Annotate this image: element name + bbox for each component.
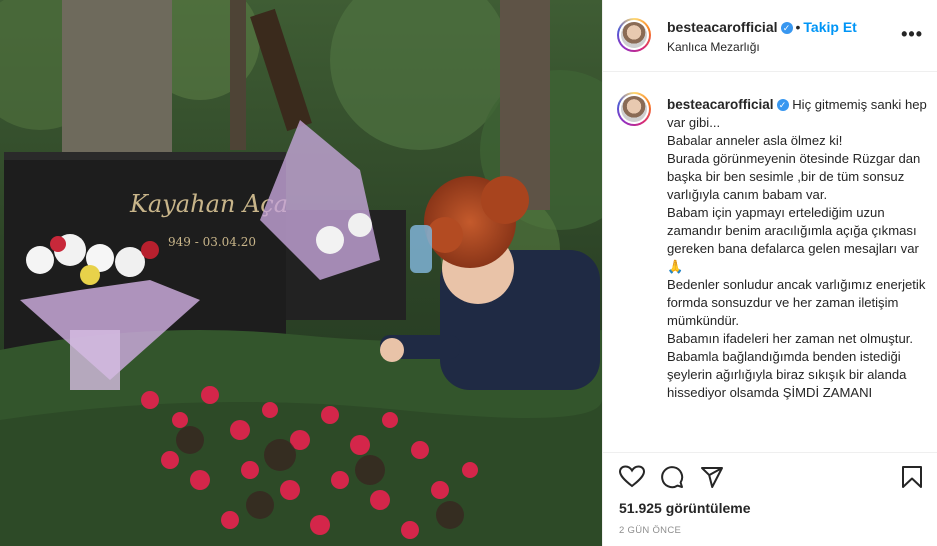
follow-button[interactable]: Takip Et	[803, 19, 856, 35]
location-link[interactable]: Kanlıca Mezarlığı	[667, 40, 760, 54]
share-icon[interactable]	[700, 465, 724, 489]
caption-area: besteacarofficial ✓ Hiç gitmemiş sanki he…	[603, 72, 937, 452]
caption: besteacarofficial ✓ Hiç gitmemiş sanki he…	[667, 96, 929, 402]
headstone-dates: 949 - 03.04.20	[168, 235, 256, 249]
more-options-icon[interactable]: •••	[901, 24, 923, 45]
verified-badge-icon: ✓	[776, 99, 789, 111]
avatar[interactable]	[617, 92, 651, 126]
header-name-row: besteacarofficial ✓ • Takip Et	[667, 19, 857, 35]
video-frame: Kayahan Aça 949 - 03.04.20	[0, 0, 602, 546]
heart-icon[interactable]	[619, 465, 645, 489]
verified-badge-icon: ✓	[780, 22, 793, 34]
avatar[interactable]	[617, 18, 651, 52]
username-link[interactable]: besteacarofficial	[667, 19, 778, 35]
caption-text: Hiç gitmemiş sanki hep var gibi... Babal…	[667, 97, 927, 400]
post-timestamp[interactable]: 2 GÜN ÖNCE	[619, 525, 681, 536]
bookmark-icon[interactable]	[901, 465, 923, 489]
view-count[interactable]: 51.925 görüntüleme	[619, 500, 751, 516]
actions-bar: 51.925 görüntüleme 2 GÜN ÖNCE	[603, 452, 937, 546]
post-header: besteacarofficial ✓ • Takip Et Kanlıca Meza…	[603, 0, 937, 72]
comment-icon[interactable]	[660, 465, 684, 489]
separator-dot: •	[795, 19, 801, 35]
caption-username-link[interactable]: besteacarofficial	[667, 97, 774, 112]
post-side-panel: besteacarofficial ✓ • Takip Et Kanlıca Meza…	[602, 0, 937, 546]
post-media-video[interactable]: Kayahan Aça 949 - 03.04.20	[0, 0, 602, 546]
